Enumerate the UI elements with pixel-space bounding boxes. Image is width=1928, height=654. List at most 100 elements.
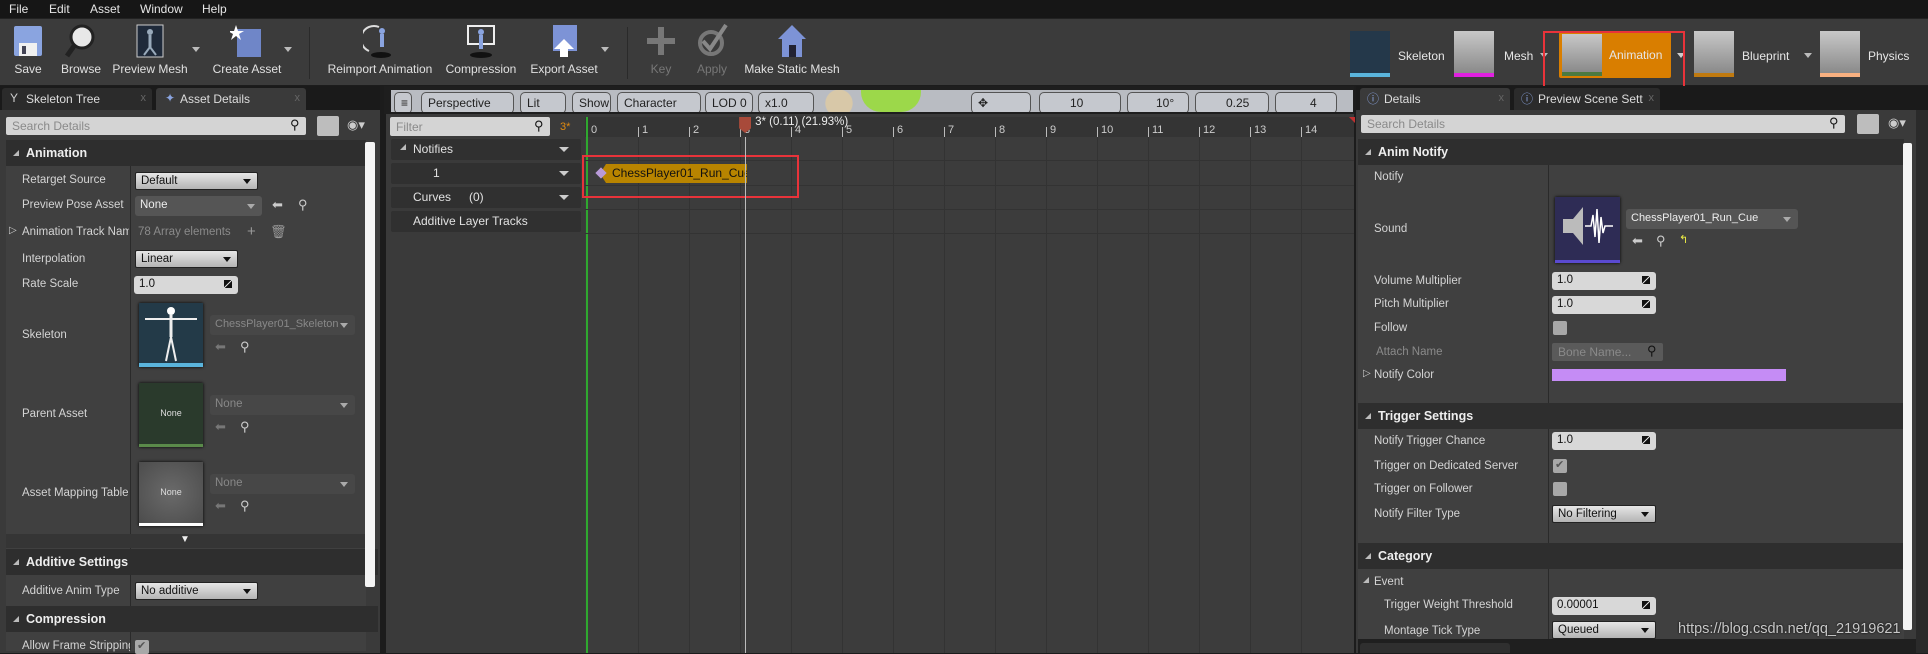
rotation-snap-button[interactable]: 10° (1127, 92, 1189, 112)
track-options-icon[interactable] (559, 171, 569, 176)
track-additive-layer[interactable]: Additive Layer Tracks (391, 211, 581, 232)
use-selected-arrow-icon[interactable]: ⬅ (1632, 233, 1643, 249)
left-scrollbar[interactable] (365, 142, 375, 587)
tab-details[interactable]: ⓘ Details x (1360, 88, 1510, 110)
create-asset-button[interactable]: Create Asset (210, 23, 284, 83)
show-button[interactable]: Show (572, 92, 611, 112)
browse-search-icon[interactable]: ⚲ (1656, 233, 1666, 249)
trigger-follower-checkbox[interactable] (1553, 482, 1567, 496)
trigger-dedicated-server-checkbox[interactable] (1553, 458, 1567, 473)
use-selected-arrow-icon[interactable]: ⬅ (215, 339, 226, 355)
tab-asset-browser[interactable] (1360, 643, 1510, 653)
viewport-options-button[interactable]: ≡ (394, 92, 412, 112)
playback-speed-button[interactable]: x1.0 (758, 92, 814, 112)
character-button[interactable]: Character (617, 92, 701, 112)
transform-buttons[interactable]: ✥ (971, 92, 1031, 112)
notify-color-swatch[interactable] (1552, 369, 1786, 381)
menu-window[interactable]: Window (140, 2, 183, 16)
menu-edit[interactable]: Edit (49, 2, 70, 16)
skeleton-thumbnail[interactable] (139, 303, 203, 367)
section-category[interactable]: Category (1358, 543, 1904, 569)
right-scrollbar[interactable] (1903, 143, 1912, 630)
skeleton-dropdown[interactable]: ChessPlayer01_Skeleton (210, 315, 355, 335)
track-options-icon[interactable] (559, 147, 569, 152)
apply-button[interactable]: Apply (692, 23, 732, 83)
add-element-icon[interactable]: + (247, 223, 256, 240)
save-button[interactable]: Save (10, 23, 46, 83)
reimport-animation-button[interactable]: Reimport Animation (322, 23, 438, 83)
blueprint-dropdown[interactable] (1804, 53, 1812, 58)
create-asset-dropdown[interactable] (284, 47, 292, 52)
browse-search-icon[interactable]: ⚲ (298, 197, 308, 213)
sound-dropdown[interactable]: ChessPlayer01_Run_Cue (1626, 209, 1798, 229)
browse-search-icon[interactable]: ⚲ (240, 419, 250, 435)
lod-button[interactable]: LOD 0 (705, 92, 753, 112)
asset-mapping-dropdown[interactable]: None (210, 474, 355, 494)
time-ruler[interactable] (585, 117, 1354, 137)
pitch-multiplier-input[interactable]: 1.0 (1552, 296, 1656, 314)
export-asset-dropdown[interactable] (601, 47, 609, 52)
tab-asset-details[interactable]: ✦ Asset Details x (156, 88, 306, 110)
close-icon[interactable]: x (295, 92, 301, 104)
close-icon[interactable]: x (141, 92, 147, 104)
menu-asset[interactable]: Asset (90, 2, 120, 16)
allow-frame-stripping-checkbox[interactable] (135, 639, 149, 654)
scale-snap-button[interactable]: 0.25 (1195, 92, 1269, 112)
section-anim-notify[interactable]: Anim Notify (1358, 139, 1904, 165)
trash-icon[interactable]: 🗑 (270, 224, 287, 240)
preview-pose-asset-dropdown[interactable]: None (135, 196, 262, 216)
timeline-filter-input[interactable] (390, 117, 550, 136)
retarget-source-dropdown[interactable]: Default (135, 172, 258, 190)
eye-icon[interactable]: ◉▾ (1888, 115, 1906, 131)
left-search-input[interactable] (6, 117, 306, 135)
section-trigger-settings[interactable]: Trigger Settings (1358, 403, 1904, 429)
camera-speed-button[interactable]: 4 (1275, 92, 1337, 112)
grid-snap-button[interactable]: 10 (1039, 92, 1121, 112)
lit-button[interactable]: Lit (520, 92, 566, 112)
make-static-mesh-button[interactable]: Make Static Mesh (740, 23, 844, 83)
viewport[interactable]: ≡ Perspective Lit Show Character LOD 0 x… (391, 90, 1353, 112)
track-curves[interactable]: Curves (0) (391, 187, 581, 208)
expand-arrow-icon[interactable]: ▷ (1363, 368, 1371, 379)
notify-filter-type-dropdown[interactable]: No Filtering (1552, 505, 1656, 523)
notify-trigger-chance-input[interactable]: 1.0 (1552, 432, 1656, 450)
view-options-button[interactable] (1857, 114, 1879, 134)
tab-preview-scene-settings[interactable]: ⓘ Preview Scene Sett x (1514, 88, 1660, 110)
menu-help[interactable]: Help (202, 2, 227, 16)
compression-button[interactable]: Compression (444, 23, 518, 83)
export-asset-button[interactable]: Export Asset (528, 23, 600, 83)
track-notify-1[interactable]: 1 (391, 163, 581, 184)
track-notifies[interactable]: Notifies (391, 139, 581, 160)
preview-mesh-dropdown[interactable] (192, 47, 200, 52)
rate-scale-input[interactable]: 1.0 (134, 276, 238, 294)
additive-anim-type-dropdown[interactable]: No additive (135, 582, 258, 600)
track-options-icon[interactable] (559, 195, 569, 200)
browse-search-icon[interactable]: ⚲ (240, 498, 250, 514)
expand-arrow-icon[interactable]: ▷ (9, 225, 17, 236)
menu-file[interactable]: File (9, 2, 28, 16)
follow-checkbox[interactable] (1553, 321, 1567, 335)
collapse-icon[interactable] (1363, 577, 1369, 583)
browse-button[interactable]: Browse (58, 23, 104, 83)
reset-to-default-icon[interactable]: ↰ (1679, 233, 1688, 246)
eye-icon[interactable]: ◉▾ (347, 117, 365, 133)
right-search-input[interactable] (1361, 115, 1845, 133)
key-button[interactable]: Key (644, 23, 678, 83)
use-selected-arrow-icon[interactable]: ⬅ (215, 419, 226, 435)
show-advanced-button[interactable]: ▼ (6, 534, 366, 548)
section-compression[interactable]: Compression (6, 606, 378, 632)
use-selected-arrow-icon[interactable]: ⬅ (215, 498, 226, 514)
close-icon[interactable]: x (1499, 92, 1505, 104)
volume-multiplier-input[interactable]: 1.0 (1552, 272, 1656, 290)
montage-tick-type-dropdown[interactable]: Queued (1552, 621, 1656, 639)
tab-skeleton-tree[interactable]: Y Skeleton Tree x (2, 88, 152, 110)
view-options-button[interactable] (317, 116, 339, 136)
parent-asset-dropdown[interactable]: None (210, 395, 355, 415)
section-additive-settings[interactable]: Additive Settings (6, 549, 378, 575)
close-icon[interactable]: x (1649, 92, 1655, 104)
browse-search-icon[interactable]: ⚲ (240, 339, 250, 355)
perspective-button[interactable]: Perspective (421, 92, 514, 112)
trigger-weight-threshold-input[interactable]: 0.00001 (1552, 597, 1656, 615)
use-selected-arrow-icon[interactable]: ⬅ (272, 197, 283, 213)
parent-asset-thumbnail[interactable]: None (139, 383, 203, 447)
